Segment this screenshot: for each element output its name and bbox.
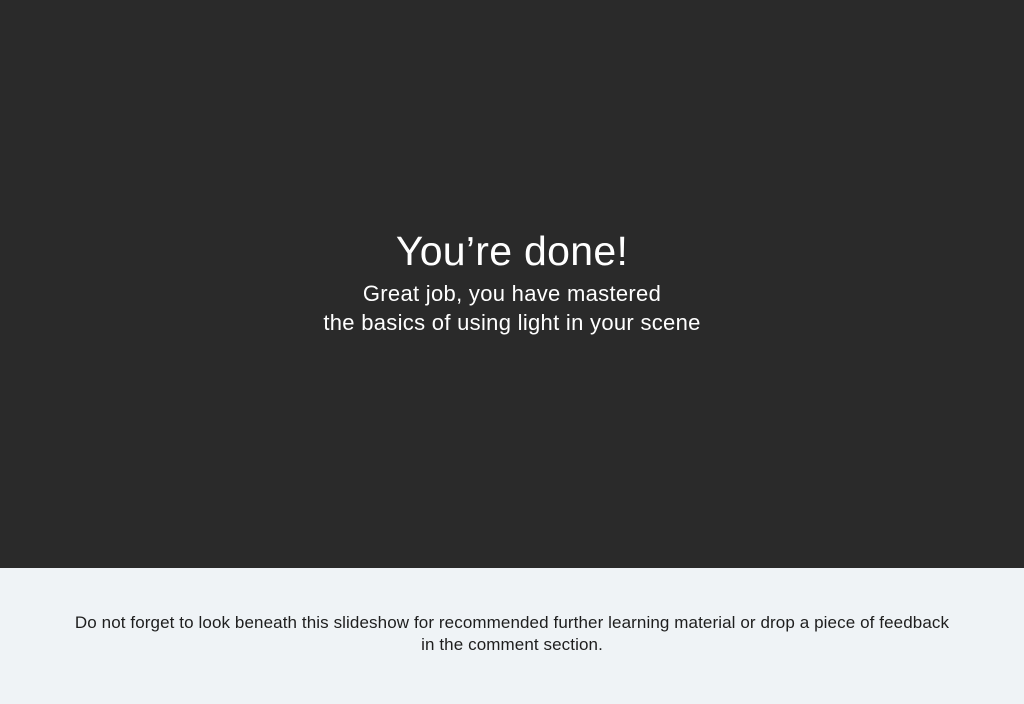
page: You’re done! Great job, you have mastere… [0, 0, 1024, 704]
slide-content: You’re done! Great job, you have mastere… [323, 227, 700, 337]
footer-note: Do not forget to look beneath this slide… [42, 612, 982, 656]
footer-note-line-1: Do not forget to look beneath this slide… [74, 613, 950, 632]
footer-note-panel: Do not forget to look beneath this slide… [0, 568, 1024, 704]
slide-subtitle-line-2: the basics of using light in your scene [323, 310, 701, 335]
footer-note-line-2: in the comment section. [421, 635, 603, 654]
slide-title: You’re done! [395, 228, 629, 274]
slide-subtitle: Great job, you have mastered the basics … [323, 279, 700, 337]
slide-panel[interactable]: You’re done! Great job, you have mastere… [0, 0, 1024, 568]
slide-subtitle-line-1: Great job, you have mastered [362, 281, 662, 306]
